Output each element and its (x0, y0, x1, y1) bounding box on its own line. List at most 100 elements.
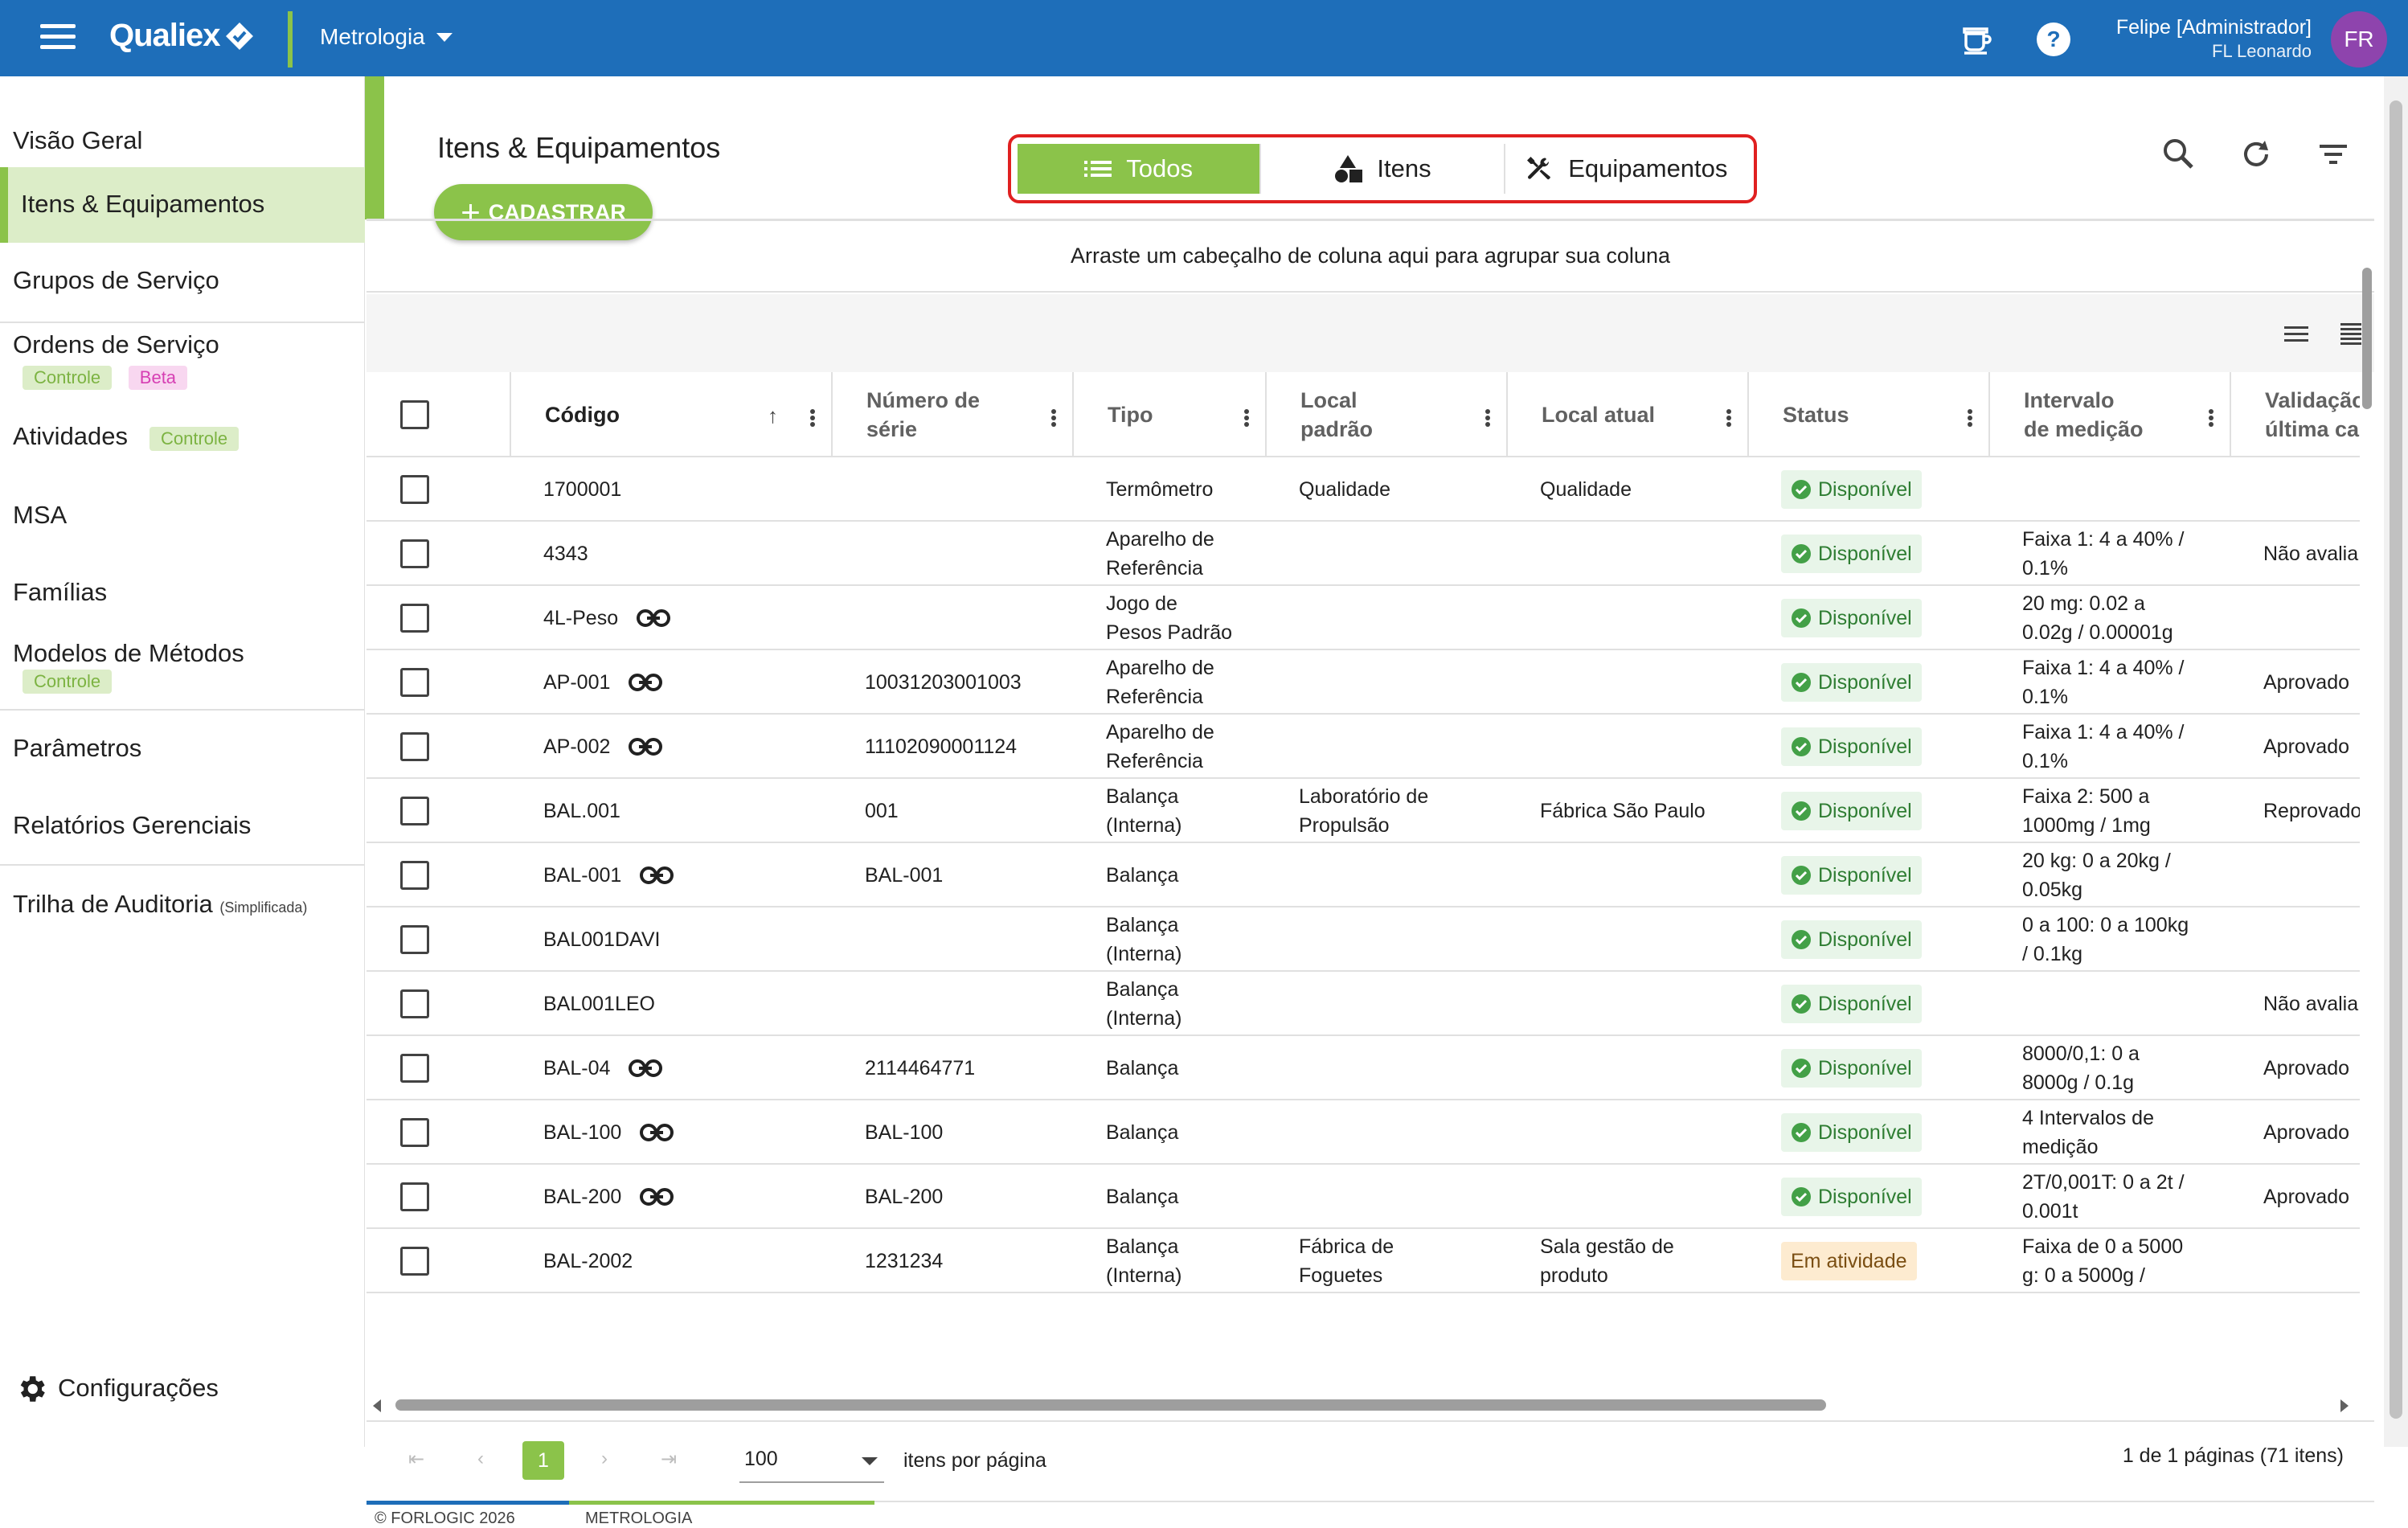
column-menu-icon[interactable] (1485, 409, 1490, 427)
table-row[interactable]: BAL-04 2114464771 Balança Disponível 8000/0,… (367, 1036, 2360, 1100)
prev-page-icon[interactable]: ‹ (465, 1443, 497, 1475)
group-hint-text: Arraste um cabeçalho de coluna aqui para… (1071, 244, 1670, 268)
status-badge: Disponível (1781, 792, 1922, 830)
grid-horizontal-scrollbar[interactable] (367, 1395, 2360, 1417)
sidebar-item-trilha-auditoria[interactable]: Trilha de Auditoria (Simplificada) (0, 890, 365, 946)
sidebar-item-configuracoes[interactable]: Configurações (0, 1370, 365, 1419)
table-row[interactable]: AP-001 10031203001003 Aparelho de Referênc… (367, 650, 2360, 715)
row-checkbox[interactable] (400, 797, 429, 825)
window-scroll-thumb[interactable] (2390, 100, 2402, 1419)
segment-equipamentos[interactable]: Equipamentos (1505, 144, 1747, 194)
cell-codigo: BAL.001 (543, 779, 825, 843)
table-row[interactable]: BAL001DAVI Balança (Interna) Disponível 0 a… (367, 907, 2360, 972)
row-checkbox[interactable] (400, 925, 429, 954)
last-page-icon[interactable]: ⇥ (653, 1443, 685, 1475)
row-checkbox[interactable] (400, 539, 429, 568)
link-icon[interactable] (639, 1186, 674, 1207)
vertical-scroll-thumb[interactable] (2362, 268, 2372, 409)
row-checkbox[interactable] (400, 604, 429, 633)
sidebar-item-parametros[interactable]: Parâmetros (0, 734, 365, 790)
row-checkbox[interactable] (400, 1247, 429, 1276)
scroll-left-icon[interactable] (373, 1399, 381, 1412)
column-header-status[interactable]: Status (1747, 372, 1988, 457)
cell-local-atual (1540, 522, 1741, 586)
sidebar-item-grupos-servico[interactable]: Grupos de Serviço (0, 266, 365, 322)
segment-itens[interactable]: Itens (1261, 144, 1505, 194)
page-size-select[interactable]: 100 (739, 1436, 884, 1483)
next-page-icon[interactable]: › (588, 1443, 620, 1475)
table-row[interactable]: BAL-2002 1231234 Balança (Interna) Fábrica … (367, 1229, 2360, 1293)
table-row[interactable]: BAL001LEO Balança (Interna) Disponível Não … (367, 972, 2360, 1036)
column-header-tipo[interactable]: Tipo (1072, 372, 1265, 457)
sidebar-item-relatorios[interactable]: Relatórios Gerenciais (0, 811, 365, 867)
cell-intervalo-medicao: 20 mg: 0.02 a 0.02g / 0.00001g (2022, 586, 2223, 650)
column-header-numero-serie[interactable]: Número de série (831, 372, 1072, 457)
grid-vertical-scrollbar[interactable] (2360, 247, 2374, 1404)
table-row[interactable]: BAL-200 BAL-200 Balança Disponível 2T/0,001T… (367, 1165, 2360, 1229)
column-menu-icon[interactable] (1051, 409, 1056, 427)
table-row[interactable]: BAL-100 BAL-100 Balança Disponível 4 Interva… (367, 1100, 2360, 1165)
filter-icon[interactable] (2312, 133, 2355, 176)
cell-validacao: Aprovado (2263, 1036, 2360, 1100)
coffee-cup-icon[interactable] (1958, 21, 1995, 58)
link-icon[interactable] (628, 736, 663, 757)
row-checkbox[interactable] (400, 1054, 429, 1083)
horizontal-scroll-thumb[interactable] (395, 1399, 1826, 1411)
column-header-codigo[interactable]: Código ↑ (510, 372, 831, 457)
row-checkbox[interactable] (400, 1118, 429, 1147)
cell-text: BAL-04 (543, 1057, 611, 1079)
refresh-icon[interactable] (2234, 133, 2278, 176)
select-all-checkbox[interactable] (400, 400, 429, 429)
help-icon[interactable]: ? (2035, 21, 2072, 58)
group-drop-zone[interactable]: Arraste um cabeçalho de coluna aqui para… (367, 219, 2374, 293)
link-icon[interactable] (639, 1122, 674, 1143)
link-icon[interactable] (628, 672, 663, 693)
row-checkbox[interactable] (400, 989, 429, 1018)
row-checkbox[interactable] (400, 861, 429, 890)
row-checkbox[interactable] (400, 475, 429, 504)
scroll-right-icon[interactable] (2340, 1399, 2349, 1412)
module-selector[interactable]: Metrologia (320, 24, 453, 50)
sort-ascending-icon[interactable]: ↑ (768, 401, 778, 430)
sidebar-item-msa[interactable]: MSA (0, 501, 365, 557)
sidebar-item-atividades[interactable]: Atividades Controle (0, 422, 365, 478)
sidebar-item-familias[interactable]: Famílias (0, 578, 365, 634)
density-compact-icon[interactable] (2281, 318, 2312, 349)
hamburger-menu-icon[interactable] (40, 24, 76, 53)
table-row[interactable]: AP-002 11102090001124 Aparelho de Referênc… (367, 715, 2360, 779)
user-info[interactable]: Felipe [Administrador] FL Leonardo (2116, 16, 2312, 62)
column-menu-icon[interactable] (1244, 409, 1249, 427)
table-row[interactable]: BAL-001 BAL-001 Balança Disponível 20 kg: 0 … (367, 843, 2360, 907)
avatar[interactable]: FR (2331, 11, 2387, 68)
table-row[interactable]: 1700001 Termômetro Qualidade Qualidade Dispo… (367, 457, 2360, 522)
column-menu-icon[interactable] (810, 409, 815, 427)
svg-text:?: ? (2046, 27, 2060, 51)
link-icon[interactable] (636, 608, 671, 629)
segment-todos[interactable]: Todos (1018, 144, 1262, 194)
column-header-validacao[interactable]: Validação última ca (2230, 372, 2360, 457)
column-menu-icon[interactable] (1726, 409, 1731, 427)
window-scrollbar[interactable] (2384, 76, 2408, 1447)
row-checkbox[interactable] (400, 1182, 429, 1211)
table-row[interactable]: 4L-Peso Jogo de Pesos Padrão Disponível 20 … (367, 586, 2360, 650)
row-checkbox[interactable] (400, 732, 429, 761)
search-icon[interactable] (2157, 133, 2201, 176)
app-logo[interactable]: Qualiex (109, 18, 254, 54)
table-row[interactable]: BAL.001 001 Balança (Interna) Laboratório d… (367, 779, 2360, 843)
column-header-intervalo-medicao[interactable]: Intervalo de medição (1988, 372, 2230, 457)
column-header-local-padrao[interactable]: Local padrão (1265, 372, 1506, 457)
column-header-local-atual[interactable]: Local atual (1506, 372, 1747, 457)
sidebar-item-modelos-metodos[interactable]: Modelos de Métodos Controle (0, 639, 365, 703)
row-checkbox[interactable] (400, 668, 429, 697)
table-row[interactable]: 4343 Aparelho de Referência Disponível Faix… (367, 522, 2360, 586)
column-menu-icon[interactable] (1968, 409, 1972, 427)
current-page-button[interactable]: 1 (522, 1441, 564, 1480)
first-page-icon[interactable]: ⇤ (400, 1443, 432, 1475)
cell-intervalo-medicao: Faixa 2: 500 a 1000mg / 1mg (2022, 779, 2223, 843)
column-menu-icon[interactable] (2209, 409, 2213, 427)
sidebar-item-visao-geral[interactable]: Visão Geral (0, 92, 365, 154)
link-icon[interactable] (639, 865, 674, 886)
sidebar-item-ordens-servico[interactable]: Ordens de Serviço Controle Beta (0, 330, 365, 395)
link-icon[interactable] (628, 1058, 663, 1079)
sidebar-item-itens-equipamentos[interactable]: Itens & Equipamentos (0, 167, 365, 243)
